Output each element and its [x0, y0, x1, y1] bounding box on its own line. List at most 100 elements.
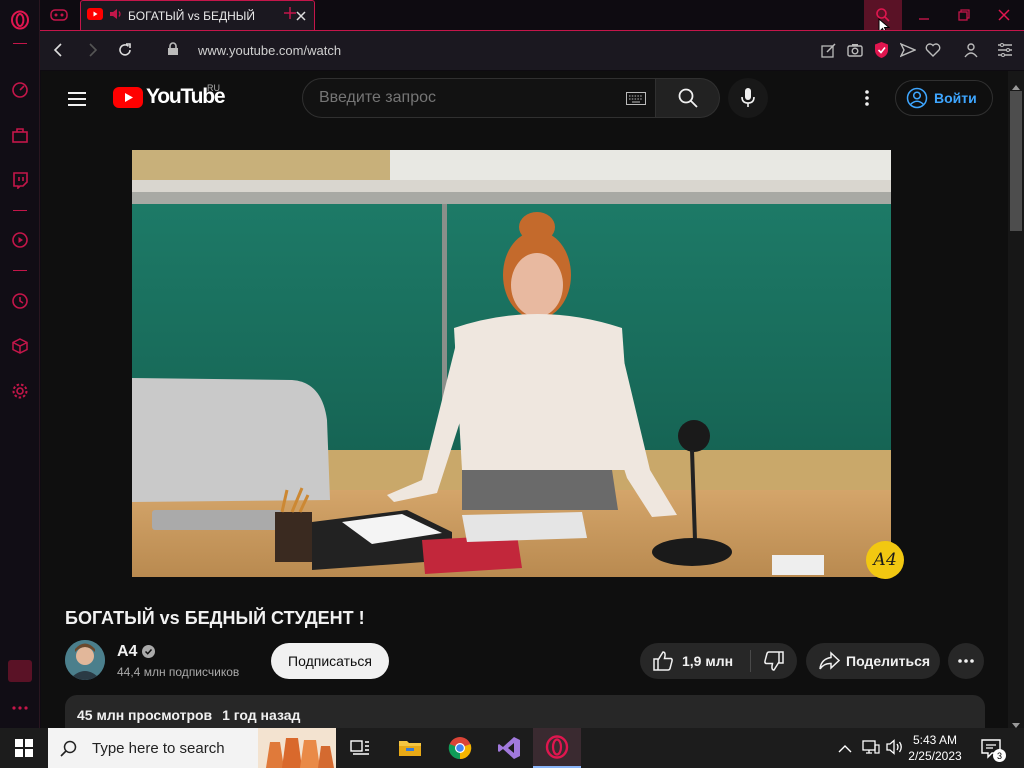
tab-strip: БОГАТЫЙ vs БЕДНЫЙ СТУДЕНТ ! [40, 0, 1024, 35]
like-dislike-group: 1,9 млн [640, 643, 797, 679]
easy-setup-icon[interactable] [997, 43, 1013, 62]
url-text[interactable]: www.youtube.com/watch [198, 43, 341, 58]
sidebar-separator [13, 43, 27, 44]
dislike-button[interactable] [751, 643, 797, 679]
youtube-favicon-icon [87, 7, 103, 25]
reload-button[interactable] [117, 42, 133, 63]
heart-bookmark-icon[interactable] [925, 42, 941, 63]
sidebar-separator [13, 210, 27, 211]
tab-title: БОГАТЫЙ vs БЕДНЫЙ СТУДЕНТ ! [128, 8, 258, 23]
description-box[interactable]: 45 млн просмотров 1 год назад [65, 695, 985, 728]
network-icon[interactable] [862, 739, 880, 760]
lock-icon[interactable] [167, 42, 179, 61]
taskbar-search-icon [60, 740, 77, 757]
search-box [302, 78, 656, 118]
tray-chevron-up-icon[interactable] [838, 741, 852, 759]
opera-gx-taskbar-button[interactable] [533, 728, 581, 768]
publish-date: 1 год назад [222, 707, 301, 723]
screen: БОГАТЫЙ vs БЕДНЫЙ СТУДЕНТ ! [0, 0, 1024, 768]
opera-sidebar [0, 0, 40, 728]
search-highlight-icon [258, 728, 336, 768]
voice-search-button[interactable] [728, 78, 768, 118]
shopping-icon[interactable] [9, 124, 31, 146]
video-title: БОГАТЫЙ vs БЕДНЫЙ СТУДЕНТ ! [65, 608, 365, 628]
clock[interactable]: 5:43 AM 2/25/2023 [905, 732, 965, 764]
visual-studio-icon [498, 737, 520, 759]
visual-studio-button[interactable] [485, 728, 533, 768]
windows-logo-icon [15, 739, 33, 757]
player-icon[interactable] [9, 229, 31, 251]
tab-active[interactable]: БОГАТЫЙ vs БЕДНЫЙ СТУДЕНТ ! [80, 0, 315, 30]
taskbar-search-box[interactable]: Type here to search [48, 728, 336, 768]
notifications-icon[interactable]: 3 [980, 737, 1006, 764]
clock-time: 5:43 AM [912, 733, 958, 747]
workspace-icon[interactable] [50, 7, 68, 28]
task-view-icon [350, 740, 369, 755]
share-icon [819, 651, 840, 670]
search-icon [678, 88, 698, 108]
volume-icon[interactable] [886, 739, 904, 760]
taskbar-search-placeholder: Type here to search [92, 739, 225, 757]
settings-icon[interactable] [9, 380, 31, 402]
channel-avatar[interactable] [65, 640, 105, 680]
new-tab-button[interactable] [283, 6, 297, 25]
opera-gx-icon [545, 735, 569, 759]
snapshot-icon[interactable] [847, 42, 863, 63]
back-button[interactable] [53, 43, 65, 62]
chrome-icon [448, 737, 472, 760]
windows-taskbar: Type here to search 5:43 AM 2/25/2023 3 [0, 728, 1024, 768]
speed-dial-icon[interactable] [9, 79, 31, 101]
subscribe-button[interactable]: Подписаться [271, 643, 389, 679]
keyboard-icon[interactable] [626, 92, 646, 110]
more-icon[interactable] [9, 697, 31, 719]
edit-icon[interactable] [821, 42, 837, 63]
share-button[interactable]: Поделиться [806, 643, 940, 679]
extensions-icon[interactable] [9, 335, 31, 357]
view-count: 45 млн просмотров [77, 707, 213, 723]
restore-button[interactable] [944, 0, 984, 30]
channel-watermark[interactable]: А4 [866, 541, 904, 579]
thumbs-down-icon [764, 651, 784, 671]
scroll-thumb[interactable] [1010, 91, 1022, 231]
youtube-logo[interactable]: YouTube RU [113, 83, 226, 109]
file-explorer-button[interactable] [386, 728, 434, 768]
close-window-button[interactable] [984, 0, 1024, 30]
youtube-play-icon [113, 86, 143, 108]
history-icon[interactable] [9, 290, 31, 312]
youtube-page: YouTube RU Войти [41, 71, 1008, 728]
task-view-button[interactable] [336, 728, 384, 768]
video-frame [132, 150, 891, 577]
twitch-icon[interactable] [9, 169, 31, 191]
sidebar-separator [13, 270, 27, 271]
address-bar: www.youtube.com/watch [40, 30, 1024, 70]
microphone-icon [741, 88, 755, 107]
like-count: 1,9 млн [682, 653, 734, 669]
subscriber-count: 44,4 млн подписчиков [117, 665, 240, 679]
user-circle-icon [906, 87, 928, 109]
sign-in-button[interactable]: Войти [895, 80, 993, 116]
send-icon[interactable] [899, 42, 917, 63]
ad-blocker-shield-icon[interactable] [874, 41, 889, 64]
start-button[interactable] [0, 728, 48, 768]
forward-button[interactable] [86, 43, 98, 62]
sign-in-label: Войти [934, 90, 977, 106]
opera-logo-icon[interactable] [9, 9, 31, 31]
settings-more-button[interactable] [855, 85, 879, 111]
like-button[interactable]: 1,9 млн [640, 643, 750, 679]
channel-name[interactable]: А4 [117, 643, 137, 661]
account-icon[interactable] [964, 42, 978, 63]
search-input[interactable] [319, 89, 609, 107]
guide-menu-button[interactable] [65, 87, 89, 111]
video-player[interactable] [132, 150, 891, 577]
more-actions-button[interactable] [948, 643, 984, 679]
page-scrollbar[interactable] [1008, 71, 1024, 728]
audio-playing-icon[interactable] [109, 7, 122, 25]
chrome-button[interactable] [436, 728, 484, 768]
share-label: Поделиться [846, 653, 931, 669]
verified-check-icon [142, 645, 155, 658]
folder-icon [399, 741, 421, 756]
search-button[interactable] [656, 78, 720, 118]
minimize-button[interactable] [904, 0, 944, 30]
sidebar-pinned-icon[interactable] [8, 660, 32, 682]
region-label: RU [207, 83, 220, 93]
